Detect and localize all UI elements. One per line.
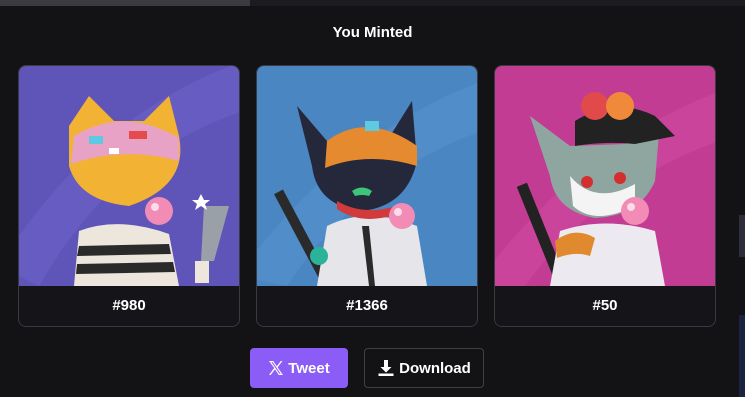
nft-card[interactable]: #50 [494,65,716,327]
nft-image [257,66,477,286]
nft-token-id: #1366 [257,286,477,326]
nft-card[interactable]: #980 [18,65,240,327]
x-logo-icon [268,360,284,376]
nft-token-id: #50 [495,286,715,326]
nft-card[interactable]: #1366 [256,65,478,327]
nft-token-id: #980 [19,286,239,326]
tweet-label: Tweet [288,359,330,377]
download-label: Download [399,359,471,377]
nft-image [19,66,239,286]
modal-title: You Minted [332,24,413,41]
tweet-button[interactable]: Tweet [250,348,348,388]
background-edge [739,215,745,257]
nft-image [495,66,715,286]
background-edge [739,315,745,397]
download-icon [377,359,395,377]
download-button[interactable]: Download [364,348,484,388]
minted-modal: You Minted #980 #1366 #50 Tweet Download [0,6,745,397]
